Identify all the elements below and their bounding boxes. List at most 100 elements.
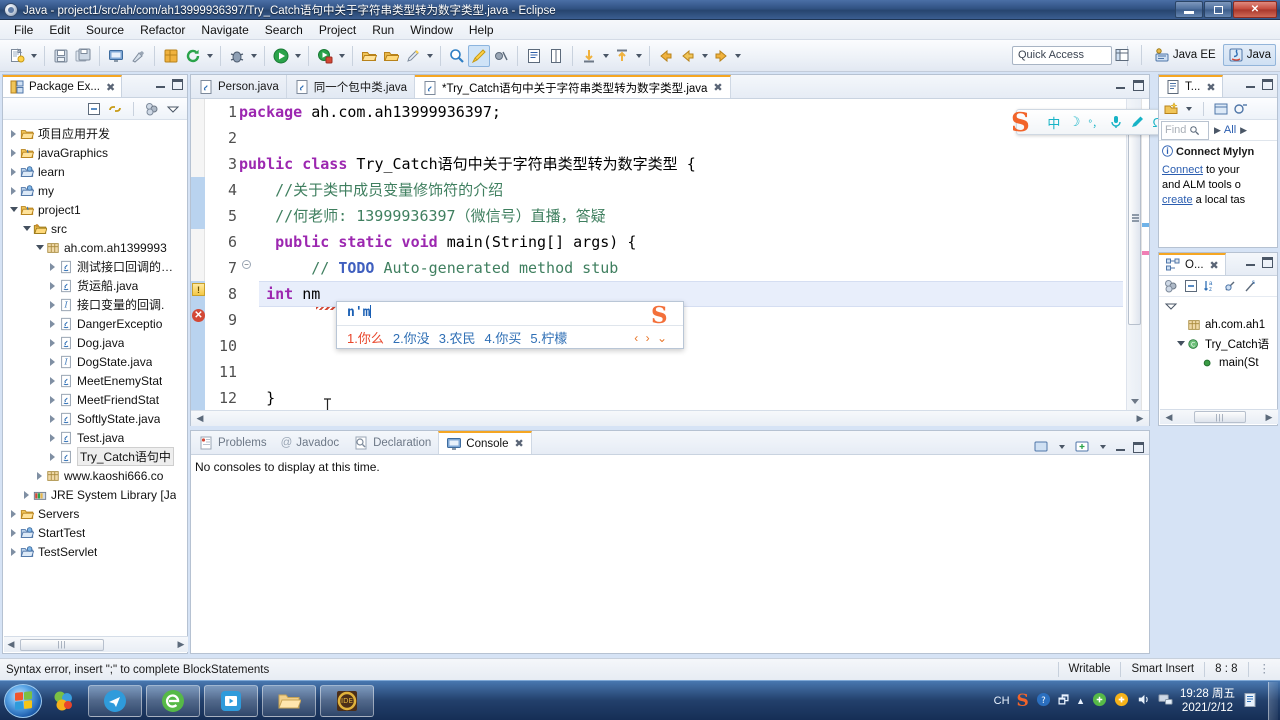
tab-problems[interactable]: Problems: [191, 431, 274, 454]
skip-breakpoints-button[interactable]: [490, 45, 512, 67]
close-icon[interactable]: ✖: [1206, 81, 1215, 94]
tree-item[interactable]: my: [5, 181, 187, 200]
menu-item-project[interactable]: Project: [311, 21, 364, 39]
focus-icon[interactable]: [1163, 278, 1179, 294]
scroll-down-icon[interactable]: [1131, 399, 1139, 404]
menu-item-navigate[interactable]: Navigate: [193, 21, 256, 39]
task-presentation-icon[interactable]: [1233, 101, 1249, 117]
ime-candidate-list[interactable]: 1.你么 2.你没 3.农民 4.你买 5.柠檬: [337, 326, 683, 349]
chevron-down-icon[interactable]: [7, 200, 20, 219]
code-line[interactable]: int nm: [239, 281, 320, 307]
tab-task-list[interactable]: T... ✖: [1159, 75, 1223, 97]
editor-hscrollbar[interactable]: ◀ ▶: [191, 410, 1149, 426]
maximize-view-icon[interactable]: [1133, 80, 1144, 91]
chevron-down-icon[interactable]: [1175, 341, 1187, 346]
minimize-button[interactable]: [1175, 1, 1203, 18]
voice-input-icon[interactable]: [1107, 112, 1125, 132]
search-button[interactable]: [446, 45, 468, 67]
chevron-right-icon[interactable]: [46, 371, 59, 390]
menu-item-refactor[interactable]: Refactor: [132, 21, 193, 39]
open-task-button[interactable]: [380, 45, 402, 67]
open-terminal-button[interactable]: [105, 45, 127, 67]
tray-help-icon[interactable]: ?: [1036, 692, 1051, 710]
focus-on-workweek-icon[interactable]: [1213, 101, 1229, 117]
back-history-button[interactable]: [677, 45, 699, 67]
perspective-java-ee[interactable]: Java EE: [1150, 44, 1220, 66]
scroll-right-icon[interactable]: ▶: [1133, 412, 1147, 426]
moon-icon[interactable]: ☽: [1066, 112, 1084, 132]
tree-item[interactable]: MeetEnemyStat: [5, 371, 187, 390]
ime-candidate[interactable]: 3.农民: [439, 328, 476, 347]
new-console-dropdown-icon[interactable]: [1097, 436, 1108, 458]
editor-tab-samepackage[interactable]: 同一个包中类.java: [286, 75, 416, 98]
taskbar-sogou-quicklaunch-icon[interactable]: [48, 686, 78, 716]
vscroll-thumb[interactable]: [1128, 117, 1141, 325]
tree-item[interactable]: JRE System Library [Ja: [5, 485, 187, 504]
save-all-button[interactable]: [72, 45, 94, 67]
collapse-all-icon[interactable]: [86, 101, 102, 117]
mylyn-connect-link[interactable]: Connect: [1162, 164, 1203, 176]
code-line[interactable]: //何老师: 13999936397（微信号）直播，答疑: [239, 203, 605, 229]
new-task-dropdown-icon[interactable]: [1183, 98, 1194, 120]
chevron-right-icon[interactable]: [7, 523, 20, 542]
tree-item[interactable]: StartTest: [5, 523, 187, 542]
chevron-right-icon[interactable]: [20, 485, 33, 504]
menu-item-search[interactable]: Search: [257, 21, 311, 39]
tree-item[interactable]: I 接口变量的回调.: [5, 295, 187, 314]
tree-item[interactable]: 项目应用开发: [5, 124, 187, 143]
chevron-down-icon[interactable]: [20, 219, 33, 238]
link-button[interactable]: [127, 45, 149, 67]
chevron-right-icon[interactable]: [46, 390, 59, 409]
open-console-icon[interactable]: [1033, 439, 1049, 455]
scroll-left-icon[interactable]: ◀: [193, 412, 207, 426]
tree-item[interactable]: src: [5, 219, 187, 238]
ime-prev-page-icon[interactable]: ‹: [634, 331, 640, 345]
menu-item-window[interactable]: Window: [402, 21, 461, 39]
code-line[interactable]: // TODO Auto-generated method stub: [239, 255, 618, 281]
pen-input-icon[interactable]: [1128, 112, 1146, 132]
tree-item[interactable]: Test.java: [5, 428, 187, 447]
taskbar-task-eclipse[interactable]: IDE: [320, 684, 374, 717]
chevron-right-icon[interactable]: [46, 333, 59, 352]
minimize-view-icon[interactable]: [1115, 442, 1126, 453]
tree-item[interactable]: SoftlyState.java: [5, 409, 187, 428]
taskbar-task-browser[interactable]: [146, 684, 200, 717]
scroll-left-icon[interactable]: ◀: [4, 638, 18, 652]
chevron-right-icon[interactable]: [7, 181, 20, 200]
view-menu-icon[interactable]: [165, 101, 181, 117]
tree-item[interactable]: Try_Catch语句中: [5, 447, 187, 466]
tree-item[interactable]: javaGraphics: [5, 143, 187, 162]
ime-candidate[interactable]: 2.你没: [393, 328, 430, 347]
ime-candidate[interactable]: 1.你么: [347, 328, 384, 347]
open-type-button[interactable]: [358, 45, 380, 67]
external-tools-dropdown-icon[interactable]: [336, 45, 347, 67]
back-dropdown-icon[interactable]: [699, 45, 710, 67]
source-code[interactable]: package ah.com.ah13999936397; public clas…: [239, 99, 1123, 410]
tray-volume-icon[interactable]: [1136, 692, 1151, 710]
tree-item[interactable]: MeetFriendStat: [5, 390, 187, 409]
forward-dropdown-icon[interactable]: [732, 45, 743, 67]
tree-item[interactable]: Servers: [5, 504, 187, 523]
view-menu-icon[interactable]: [1163, 298, 1179, 314]
tree-item[interactable]: www.kaoshi666.co: [5, 466, 187, 485]
refresh-dropdown-icon[interactable]: [204, 45, 215, 67]
chevron-right-icon[interactable]: [7, 143, 20, 162]
ime-candidate[interactable]: 4.你买: [485, 328, 522, 347]
chevron-right-icon[interactable]: [46, 295, 59, 314]
maximize-view-icon[interactable]: [1262, 79, 1273, 90]
previous-edit-location-button[interactable]: [611, 45, 633, 67]
code-line[interactable]: package ah.com.ah13999936397;: [239, 99, 501, 125]
code-editor[interactable]: ! ✕ 1 2 3 4 5 6 7 8 9 10 11 12 − package ah.com.ah1…: [191, 99, 1149, 426]
open-console-dropdown-icon[interactable]: [1056, 436, 1067, 458]
task-filter-all[interactable]: All: [1224, 124, 1236, 136]
outline-tree[interactable]: ah.com.ah1 C Try_Catch语 main(St: [1159, 315, 1277, 372]
quick-access-input[interactable]: Quick Access: [1012, 46, 1112, 65]
tray-clock[interactable]: 19:28 周五 2021/2/12: [1180, 687, 1235, 715]
search-icon[interactable]: [1189, 125, 1200, 136]
maximize-view-icon[interactable]: [172, 79, 183, 90]
start-button[interactable]: [4, 683, 42, 718]
minimize-view-icon[interactable]: [1245, 257, 1256, 268]
debug-dropdown-icon[interactable]: [248, 45, 259, 67]
outline-item[interactable]: C Try_Catch语: [1161, 334, 1277, 353]
overview-mark-error[interactable]: [1142, 251, 1149, 255]
